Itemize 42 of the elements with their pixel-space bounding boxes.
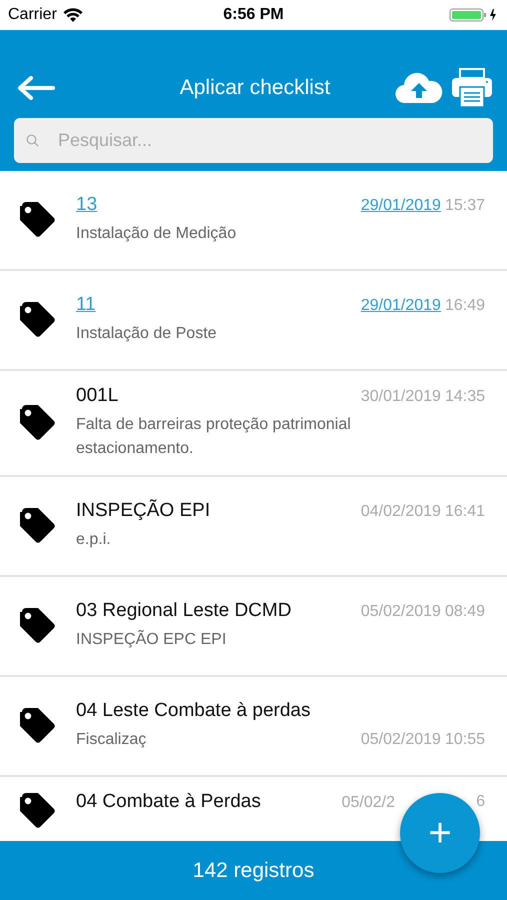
item-title: 001L	[76, 385, 118, 407]
item-link[interactable]: 11	[76, 294, 96, 316]
item-time: 08:49	[444, 603, 485, 621]
item-time: 15:37	[444, 197, 485, 215]
printer-button[interactable]	[451, 68, 493, 108]
item-title: INSPEÇÃO EPI	[76, 500, 210, 522]
list-row[interactable]: 11 29/01/2019 16:49 Instalação de Poste	[0, 271, 507, 371]
item-title: 04 Combate à Perdas	[76, 791, 261, 813]
search-field[interactable]: Pesquisar...	[14, 118, 493, 163]
item-description: e.p.i.	[76, 530, 111, 550]
item-title: 03 Regional Leste DCMD	[76, 600, 292, 622]
date-link[interactable]: 29/01/2019	[360, 297, 441, 315]
item-description: Instalação de Poste	[76, 324, 217, 344]
battery-icon	[449, 7, 499, 23]
clock-time: 6:56 PM	[223, 6, 284, 24]
cloud-upload-button[interactable]	[395, 72, 443, 104]
item-description: Fiscalizaç	[76, 730, 146, 750]
wifi-icon	[62, 8, 83, 22]
item-date: 05/02/2	[342, 794, 395, 812]
item-time: 14:35	[444, 388, 485, 406]
item-title: 04 Leste Combate à perdas	[76, 700, 310, 722]
item-date: 05/02/2019	[360, 603, 441, 621]
item-time: 10:55	[444, 731, 485, 749]
screen-title: Aplicar checklist	[178, 76, 332, 100]
record-count: 142 registros	[192, 858, 314, 882]
item-date: 30/01/2019	[360, 388, 441, 406]
item-date: 04/02/2019	[360, 503, 441, 521]
item-description: Instalação de Medição	[76, 224, 236, 244]
list-row[interactable]: 03 Regional Leste DCMD 05/02/2019 08:49 INSPEÇÃO EPC EPI	[0, 577, 507, 677]
item-description: Falta de barreiras proteção patrimonial estacionamento.	[76, 415, 352, 459]
list-row[interactable]: 001L 30/01/2019 14:35 Falta de barreiras proteção patrimonial estacionamento.	[0, 371, 507, 477]
list-row[interactable]: 04 Leste Combate à perdas Fiscalizaç 05/02/2019 10:55	[0, 677, 507, 777]
item-link[interactable]: 13	[76, 194, 98, 216]
item-time: 16:41	[444, 503, 485, 521]
back-button[interactable]	[17, 76, 55, 100]
carrier-label: Carrier	[8, 6, 57, 24]
item-time: 16:49	[444, 297, 485, 315]
item-description: INSPEÇÃO EPC EPI	[76, 629, 226, 650]
date-link[interactable]: 29/01/2019	[360, 197, 441, 215]
list-row[interactable]: INSPEÇÃO EPI 04/02/2019 16:41 e.p.i.	[0, 477, 507, 577]
list-row[interactable]: 13 29/01/2019 15:37 Instalação de Medição	[0, 171, 507, 271]
item-date: 05/02/2019	[360, 731, 441, 749]
